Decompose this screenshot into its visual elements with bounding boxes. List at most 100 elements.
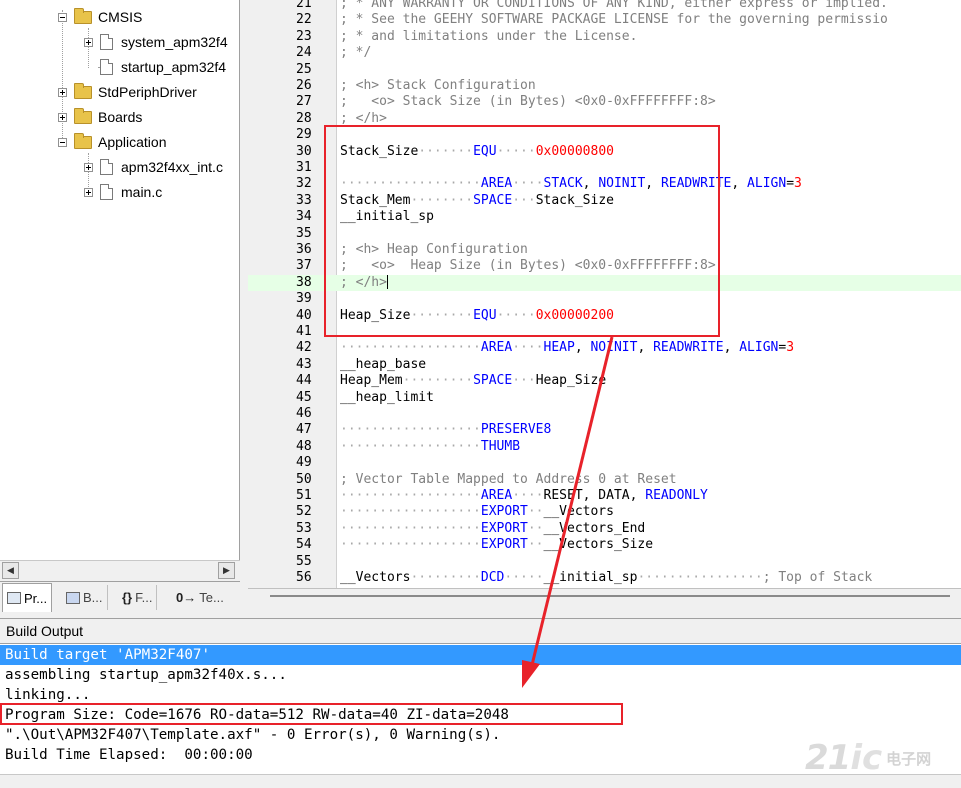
tab-templates[interactable]: 0→ Te... xyxy=(172,585,228,610)
code-token: ·················· xyxy=(340,422,481,438)
code-line[interactable]: 55 xyxy=(248,554,961,570)
code-line[interactable]: 27 ; <o> Stack Size (in Bytes) <0x0-0xFFF… xyxy=(248,94,961,110)
tree-node-startup-file[interactable]: startup_apm32f4 xyxy=(100,56,226,78)
program-size-highlight-box xyxy=(0,703,623,725)
code-token: ·················· xyxy=(340,520,481,536)
code-token: ; Top of Stack xyxy=(762,570,873,585)
code-text: __heap_limit xyxy=(340,390,434,406)
tree-node-cmsis[interactable]: CMSIS xyxy=(58,6,142,28)
code-text: ··················AREA····HEAP, NOINIT, … xyxy=(340,340,794,356)
file-icon xyxy=(100,34,113,50)
code-token: ALIGN xyxy=(747,176,787,192)
line-number: 42 xyxy=(296,340,312,356)
tree-node-application[interactable]: Application xyxy=(58,131,167,153)
code-line[interactable]: 44 Heap_Mem·········SPACE···Heap_Size xyxy=(248,373,961,389)
code-token: ·················· xyxy=(340,488,481,503)
output-line[interactable]: Build target 'APM32F407' xyxy=(0,645,961,665)
collapse-icon[interactable] xyxy=(58,12,67,22)
line-number: 24 xyxy=(296,45,312,61)
project-icon xyxy=(7,592,21,604)
output-line[interactable]: assembling startup_apm32f40x.s... xyxy=(0,665,961,685)
code-token: ; * and limitations under the License. xyxy=(340,28,638,44)
code-line[interactable]: 53 ··················EXPORT··__Vectors_En… xyxy=(248,521,961,537)
tree-label: Application xyxy=(98,134,167,150)
line-number: 43 xyxy=(296,356,312,372)
code-token: PRESERVE8 xyxy=(480,422,552,438)
code-token: ALIGN xyxy=(739,340,779,356)
line-number: 27 xyxy=(296,94,312,110)
code-token: ·················· xyxy=(340,537,481,553)
code-line[interactable]: 52 ··················EXPORT··__Vectors xyxy=(248,504,961,520)
code-token: = xyxy=(786,176,795,192)
code-line[interactable]: 22 ; * See the GEEHY SOFTWARE PACKAGE LIC… xyxy=(248,12,961,28)
output-line[interactable]: linking... xyxy=(0,685,961,705)
scroll-thumb[interactable] xyxy=(270,595,950,597)
code-token: EXPORT xyxy=(480,520,528,536)
tree-node-main-file[interactable]: main.c xyxy=(84,181,162,203)
code-line[interactable]: 50 ; Vector Table Mapped to Address 0 at … xyxy=(248,472,961,488)
code-token: ····· xyxy=(504,570,544,585)
code-line[interactable]: 54 ··················EXPORT··__Vectors_Si… xyxy=(248,537,961,553)
expand-icon[interactable] xyxy=(84,162,93,172)
expand-icon[interactable] xyxy=(84,187,93,197)
code-token: , xyxy=(731,176,748,192)
editor-horizontal-scrollbar[interactable] xyxy=(248,588,961,610)
code-token: THUMB xyxy=(480,438,521,454)
tab-functions[interactable]: {} F... xyxy=(118,585,158,610)
line-number: 56 xyxy=(296,570,312,585)
code-token: = xyxy=(778,340,787,356)
project-tree[interactable]: CMSIS system_apm32f4 startup_apm32f4 Std… xyxy=(0,0,240,560)
collapse-icon[interactable] xyxy=(58,137,67,147)
expand-icon[interactable] xyxy=(58,112,67,122)
code-token: ; <o> Stack Size (in Bytes) <0x0-0xFFFFF… xyxy=(340,94,716,110)
code-token: ··· xyxy=(512,373,536,389)
tree-label: system_apm32f4 xyxy=(121,34,228,50)
code-line[interactable]: 23 ; * and limitations under the License. xyxy=(248,29,961,45)
tree-node-int-file[interactable]: apm32f4xx_int.c xyxy=(84,156,223,178)
code-token: ················ xyxy=(637,570,763,585)
tab-books[interactable]: B... xyxy=(62,585,108,610)
code-line[interactable]: 56 __Vectors·········DCD·····__initial_sp… xyxy=(248,570,961,586)
watermark-digits: 21 xyxy=(805,738,851,778)
code-token: , xyxy=(723,340,740,356)
tree-label: CMSIS xyxy=(98,9,143,25)
code-line[interactable]: 42 ··················AREA····HEAP, NOINIT… xyxy=(248,340,961,356)
tab-project[interactable]: Pr... xyxy=(2,583,53,612)
code-line[interactable]: 48 ··················THUMB xyxy=(248,439,961,455)
expand-icon[interactable] xyxy=(58,87,67,97)
tree-node-boards[interactable]: Boards xyxy=(58,106,142,128)
stack-heap-highlight-box xyxy=(324,125,720,337)
code-line[interactable]: 43 __heap_base xyxy=(248,357,961,373)
line-number: 47 xyxy=(296,422,312,438)
scroll-left-icon[interactable]: ◀ xyxy=(2,562,19,579)
code-token: __Vectors xyxy=(340,570,411,585)
tree-label: main.c xyxy=(121,184,163,200)
scroll-right-icon[interactable]: ▶ xyxy=(218,562,235,579)
code-token: READONLY xyxy=(645,488,708,503)
code-token: ; */ xyxy=(340,45,372,61)
line-number: 46 xyxy=(296,406,312,421)
expand-icon[interactable] xyxy=(84,37,93,47)
code-token: , xyxy=(574,340,591,356)
code-line[interactable]: 45 __heap_limit xyxy=(248,390,961,406)
code-token: READWRITE xyxy=(653,340,724,356)
code-line[interactable]: 24 ; */ xyxy=(248,45,961,61)
code-text: Heap_Mem·········SPACE···Heap_Size xyxy=(340,373,606,389)
code-line[interactable]: 46 xyxy=(248,406,961,422)
code-line[interactable]: 25 xyxy=(248,62,961,78)
code-line[interactable]: 26 ; <h> Stack Configuration xyxy=(248,78,961,94)
tree-horizontal-scrollbar[interactable]: ◀ ▶ xyxy=(0,560,240,579)
code-token: AREA xyxy=(480,488,513,503)
code-line[interactable]: 51 ··················AREA····RESET, DATA,… xyxy=(248,488,961,504)
code-token: ·· xyxy=(527,520,544,536)
tree-node-stdperiph[interactable]: StdPeriphDriver xyxy=(58,81,197,103)
code-line[interactable]: 49 xyxy=(248,455,961,471)
tab-label: Te... xyxy=(199,590,224,605)
code-token: RESET, DATA, xyxy=(543,488,646,503)
tree-node-system-file[interactable]: system_apm32f4 xyxy=(84,31,228,53)
code-line[interactable]: 21 ; * ANY WARRANTY OR CONDITIONS OF ANY … xyxy=(248,0,961,12)
code-text: ··················THUMB xyxy=(340,439,520,455)
code-token: AREA xyxy=(480,340,513,356)
code-line[interactable]: 47 ··················PRESERVE8 xyxy=(248,422,961,438)
tree-label: StdPeriphDriver xyxy=(98,84,197,100)
